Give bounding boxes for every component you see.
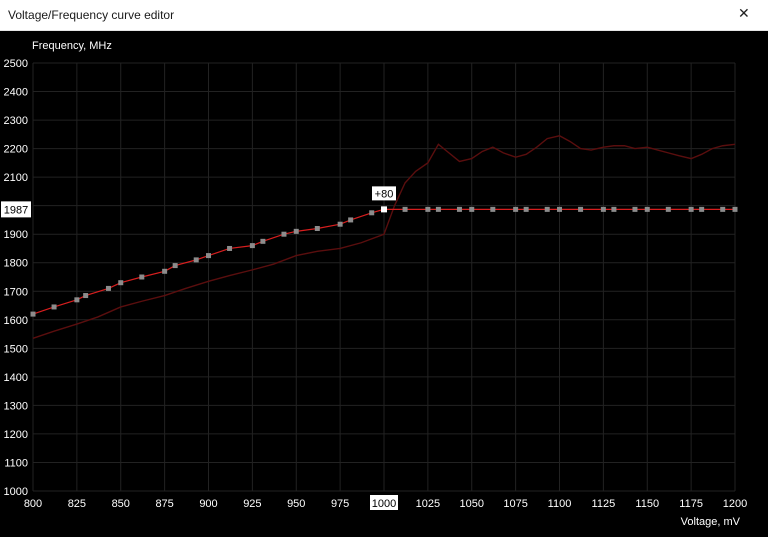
- y-tick-label: 1600: [4, 315, 28, 327]
- curve-point[interactable]: [172, 263, 178, 269]
- x-tick-label: 1175: [679, 498, 703, 510]
- x-tick-label: 1200: [723, 498, 747, 510]
- vf-curve-chart[interactable]: 1000 1100 1200 1300 1400 1500 1600 1700 1800 1900…: [0, 31, 768, 532]
- x-tick-labels: 800 825 850 875 900 925 950 975 1000 1025 1050 1075…: [24, 495, 747, 510]
- selected-curve-point[interactable]: [381, 206, 387, 213]
- x-tick-label: 950: [287, 498, 305, 510]
- close-button[interactable]: ✕: [722, 0, 768, 30]
- curve-point[interactable]: [260, 238, 266, 244]
- curve-point[interactable]: [688, 206, 694, 212]
- curve-point[interactable]: [435, 206, 441, 212]
- x-tick-label-selected: 1000: [372, 498, 396, 510]
- x-tick-label: 800: [24, 498, 42, 510]
- x-axis-label: Voltage, mV: [681, 516, 741, 528]
- vf-chart-area[interactable]: 1000 1100 1200 1300 1400 1500 1600 1700 1800 1900…: [0, 31, 768, 532]
- curve-point[interactable]: [557, 206, 562, 212]
- curve-point[interactable]: [74, 297, 80, 303]
- x-tick-label: 925: [243, 498, 261, 510]
- title-bar[interactable]: Voltage/Frequency curve editor ✕: [0, 0, 768, 31]
- curve-point[interactable]: [611, 206, 617, 212]
- curve-point[interactable]: [720, 206, 726, 212]
- x-tick-label: 1100: [548, 498, 572, 510]
- curve-point[interactable]: [249, 243, 255, 249]
- window-title: Voltage/Frequency curve editor: [8, 8, 175, 22]
- y-axis-label: Frequency, MHz: [32, 40, 112, 52]
- curve-point[interactable]: [162, 268, 168, 274]
- y-tick-label: 2200: [4, 144, 28, 156]
- y-tick-label: 1800: [4, 258, 28, 270]
- curve-point[interactable]: [732, 206, 738, 212]
- y-tick-label: 2500: [4, 58, 28, 70]
- curve-point[interactable]: [139, 274, 145, 280]
- curve-point[interactable]: [402, 206, 408, 212]
- curve-point[interactable]: [699, 206, 705, 212]
- y-tick-label: 1400: [4, 372, 28, 384]
- curve-point[interactable]: [118, 280, 124, 286]
- x-tick-label: 1075: [503, 498, 527, 510]
- y-tick-label: 1200: [4, 429, 28, 441]
- curve-point[interactable]: [456, 206, 462, 212]
- curve-point[interactable]: [425, 206, 431, 212]
- curve-point[interactable]: [369, 210, 375, 216]
- y-tick-label: 2300: [4, 115, 28, 127]
- y-tick-label: 1900: [4, 229, 28, 241]
- x-tick-label: 850: [112, 498, 130, 510]
- x-tick-label: 875: [155, 498, 173, 510]
- curve-point[interactable]: [665, 206, 671, 212]
- y-tick-labels: 1000 1100 1200 1300 1400 1500 1600 1700 1800 1900…: [4, 58, 28, 498]
- selection-annotations: 1987 +80: [1, 186, 396, 218]
- grid: [32, 62, 736, 492]
- curve-point[interactable]: [105, 285, 111, 291]
- y-tick-label: 1000: [4, 486, 28, 498]
- x-tick-label: 1050: [460, 498, 484, 510]
- curve-point[interactable]: [632, 206, 638, 212]
- curve-point[interactable]: [644, 206, 650, 212]
- curve-point[interactable]: [193, 257, 199, 263]
- curve-point[interactable]: [30, 311, 36, 317]
- offset-label: +80: [375, 188, 394, 200]
- curve-point[interactable]: [544, 206, 550, 212]
- y-tick-label: 1300: [4, 400, 28, 412]
- x-tick-label: 1125: [592, 498, 616, 510]
- y-tick-label: 1700: [4, 286, 28, 298]
- curve-point[interactable]: [314, 225, 320, 231]
- y-tick-label: 1500: [4, 343, 28, 355]
- curve-point[interactable]: [227, 245, 233, 251]
- curve-point[interactable]: [513, 206, 519, 212]
- close-icon: ✕: [738, 6, 750, 22]
- curve-point[interactable]: [348, 217, 354, 223]
- curve-point[interactable]: [523, 206, 529, 212]
- curve-point[interactable]: [281, 231, 287, 237]
- x-tick-label: 900: [199, 498, 217, 510]
- vf-curve-editor-window: Voltage/Frequency curve editor ✕ 1000 110…: [0, 0, 768, 532]
- curve-point[interactable]: [578, 206, 584, 212]
- curve-point[interactable]: [206, 253, 211, 259]
- x-tick-label: 975: [331, 498, 349, 510]
- curve-point[interactable]: [337, 221, 343, 227]
- curve-point[interactable]: [600, 206, 606, 212]
- y-tick-label: 1100: [4, 457, 28, 469]
- x-tick-label: 825: [68, 498, 86, 510]
- curve-point[interactable]: [51, 304, 57, 310]
- y-tick-label: 2100: [4, 172, 28, 184]
- curve-point[interactable]: [469, 206, 475, 212]
- curve-point[interactable]: [83, 293, 89, 299]
- selected-frequency-label: 1987: [4, 204, 28, 216]
- curve-point[interactable]: [293, 228, 299, 234]
- x-tick-label: 1025: [416, 498, 440, 510]
- y-tick-label: 2400: [4, 87, 28, 99]
- curve-point[interactable]: [490, 206, 496, 212]
- x-tick-label: 1150: [635, 498, 659, 510]
